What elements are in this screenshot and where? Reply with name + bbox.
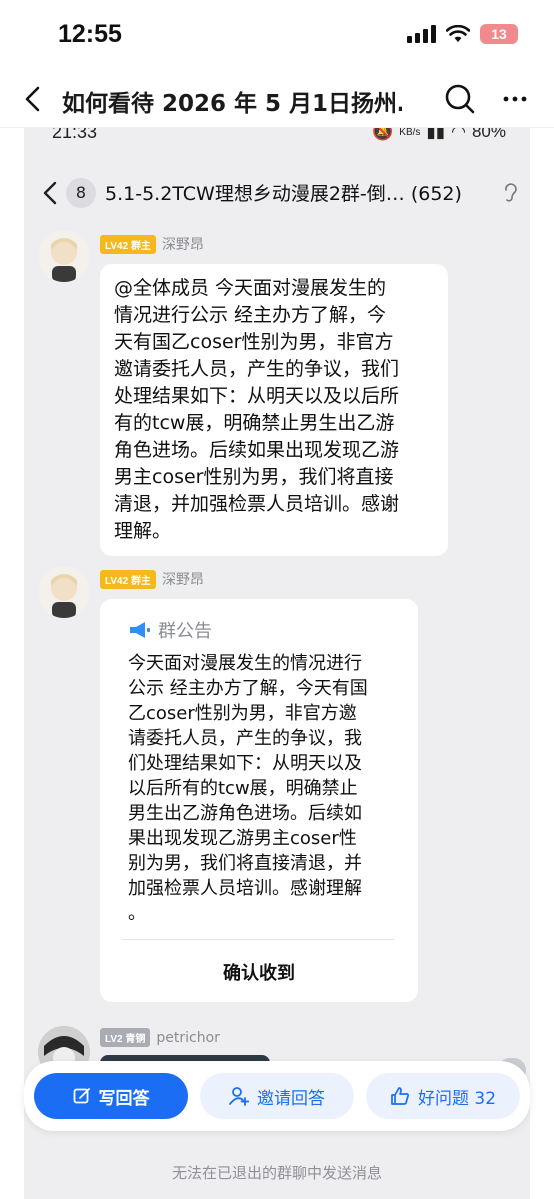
group-chat-header: 8 5.1-5.2TCW理想乡动漫展2群-倒… (652)	[24, 168, 530, 218]
message-line: 天有国乙coser性别为男，非官方	[114, 331, 394, 353]
mute-bell-icon: 🔕	[372, 128, 394, 141]
message-line: @全体成员 今天面对漫展发生的	[114, 277, 387, 299]
status-time: 12:55	[58, 20, 122, 48]
invite-answer-label: 邀请回答	[257, 1088, 325, 1109]
add-user-icon	[229, 1087, 249, 1106]
chevron-left-icon[interactable]	[18, 82, 48, 116]
announcement-body: 今天面对漫展发生的情况进行 公示 经主办方了解，今天有国 乙coser性别为男，…	[128, 651, 398, 926]
unread-badge: 8	[66, 178, 96, 208]
write-answer-label: 写回答	[98, 1088, 150, 1109]
announcement-line: 别为男，我们将直接清退，并	[128, 853, 362, 874]
inner-status-time: 21:33	[52, 128, 98, 142]
announcement-line: 加强检票人员培训。感谢理解	[128, 878, 362, 899]
group-name-text: 5.1-5.2TCW理想乡动漫展2群-倒…	[105, 183, 405, 205]
group-name: 5.1-5.2TCW理想乡动漫展2群-倒… (652)	[105, 179, 462, 206]
edit-icon	[73, 1088, 90, 1104]
battery-indicator: 13	[480, 24, 518, 44]
member-count: (652)	[410, 183, 462, 205]
status-icons: 13	[407, 24, 518, 44]
sender-nickname[interactable]: 深野昂	[162, 234, 204, 254]
message-line: 情况进行公示 经主办方了解，今	[114, 304, 387, 326]
good-question-label: 好问题 32	[417, 1088, 497, 1109]
divider	[122, 939, 394, 940]
confirm-received-button[interactable]: 确认收到	[100, 959, 418, 985]
announcement-card[interactable]: 群公告 今天面对漫展发生的情况进行 公示 经主办方了解，今天有国 乙coser性…	[100, 599, 418, 1002]
announcement-line: 今天面对漫展发生的情况进行	[128, 653, 362, 674]
megaphone-icon	[130, 622, 150, 638]
sender-nickname[interactable]: petrichor	[156, 1030, 220, 1046]
top-nav-bar: 如何看待 2026 年 5 月1日扬州…	[0, 70, 554, 128]
sender-meta: LV42 群主 深野昂	[100, 234, 204, 254]
network-speed: KB/s	[399, 128, 421, 138]
chevron-left-icon[interactable]	[40, 178, 60, 208]
message-line: 有的tcw展，明确禁止男生出乙游	[114, 412, 395, 434]
more-dots-icon[interactable]	[500, 84, 530, 114]
announcement-line: 果出现发现乙游男主coser性	[128, 828, 357, 849]
good-question-button[interactable]: 好问题 32	[366, 1073, 520, 1119]
message-line: 角色进场。后续如果出现发现乙游	[114, 439, 400, 461]
message-line: 邀请委托人员，产生的争议，我们	[114, 358, 400, 380]
write-answer-button[interactable]: 写回答	[34, 1073, 188, 1119]
search-icon[interactable]	[443, 82, 477, 116]
exited-group-notice: 无法在已退出的群聊中发送消息	[171, 1164, 382, 1182]
message-line: 理解。	[114, 520, 172, 542]
inner-status-bar: 21:33 🔕 KB/s ▮▮ ◠ 80%	[24, 128, 530, 148]
sender-nickname[interactable]: 深野昂	[162, 569, 204, 589]
invite-answer-button[interactable]: 邀请回答	[200, 1073, 354, 1119]
sender-meta: LV42 群主 深野昂	[100, 569, 204, 589]
ear-icon[interactable]	[502, 182, 518, 204]
level-badge: LV2 青铜	[100, 1028, 151, 1047]
announcement-line: 男生出乙游角色进场。后续如	[128, 803, 362, 824]
announcement-line: 。	[128, 903, 146, 924]
cellular-signal-icon	[407, 25, 436, 43]
wifi-icon	[446, 25, 470, 42]
message-line: 清退，并加强检票人员培训。感谢	[114, 493, 400, 515]
announcement-title: 群公告	[158, 621, 212, 642]
question-title[interactable]: 如何看待 2026 年 5 月1日扬州…	[62, 84, 402, 118]
announcement-header: 群公告	[128, 617, 212, 643]
inner-status-icons: 🔕 KB/s ▮▮ ◠ 80%	[372, 128, 506, 142]
level-badge: LV42 群主	[100, 234, 156, 254]
inner-signal-icon: ▮▮	[426, 128, 446, 141]
message-line: 处理结果如下：从明天以及以后所	[114, 385, 400, 407]
thumbs-up-icon	[391, 1087, 409, 1105]
message-bubble[interactable]: @全体成员 今天面对漫展发生的 情况进行公示 经主办方了解，今 天有国乙cose…	[100, 264, 448, 556]
avatar[interactable]	[38, 230, 90, 282]
announcement-line: 请委托人员，产生的争议，我	[128, 728, 362, 749]
level-badge: LV42 群主	[100, 569, 156, 589]
announcement-line: 以后所有的tcw展，明确禁止	[128, 778, 358, 799]
status-bar: 12:55 13	[0, 0, 554, 70]
embedded-chat-screenshot: 21:33 🔕 KB/s ▮▮ ◠ 80% 8 5.1-5.2TCW理想乡动漫展…	[24, 128, 530, 1199]
inner-battery: 80%	[471, 128, 506, 141]
announcement-line: 们处理结果如下：从明天以及	[128, 753, 362, 774]
announcement-line: 乙coser性别为男，非官方邀	[128, 703, 357, 724]
answer-action-bar: 写回答 邀请回答 好问题 32	[24, 1061, 530, 1131]
avatar[interactable]	[38, 566, 90, 618]
battery-level: 13	[491, 26, 507, 42]
message-line: 男主coser性别为男，我们将直接	[114, 466, 394, 488]
inner-wifi-icon: ◠	[451, 128, 466, 141]
announcement-line: 公示 经主办方了解，今天有国	[128, 678, 368, 699]
sender-meta: LV2 青铜 petrichor	[100, 1028, 220, 1047]
